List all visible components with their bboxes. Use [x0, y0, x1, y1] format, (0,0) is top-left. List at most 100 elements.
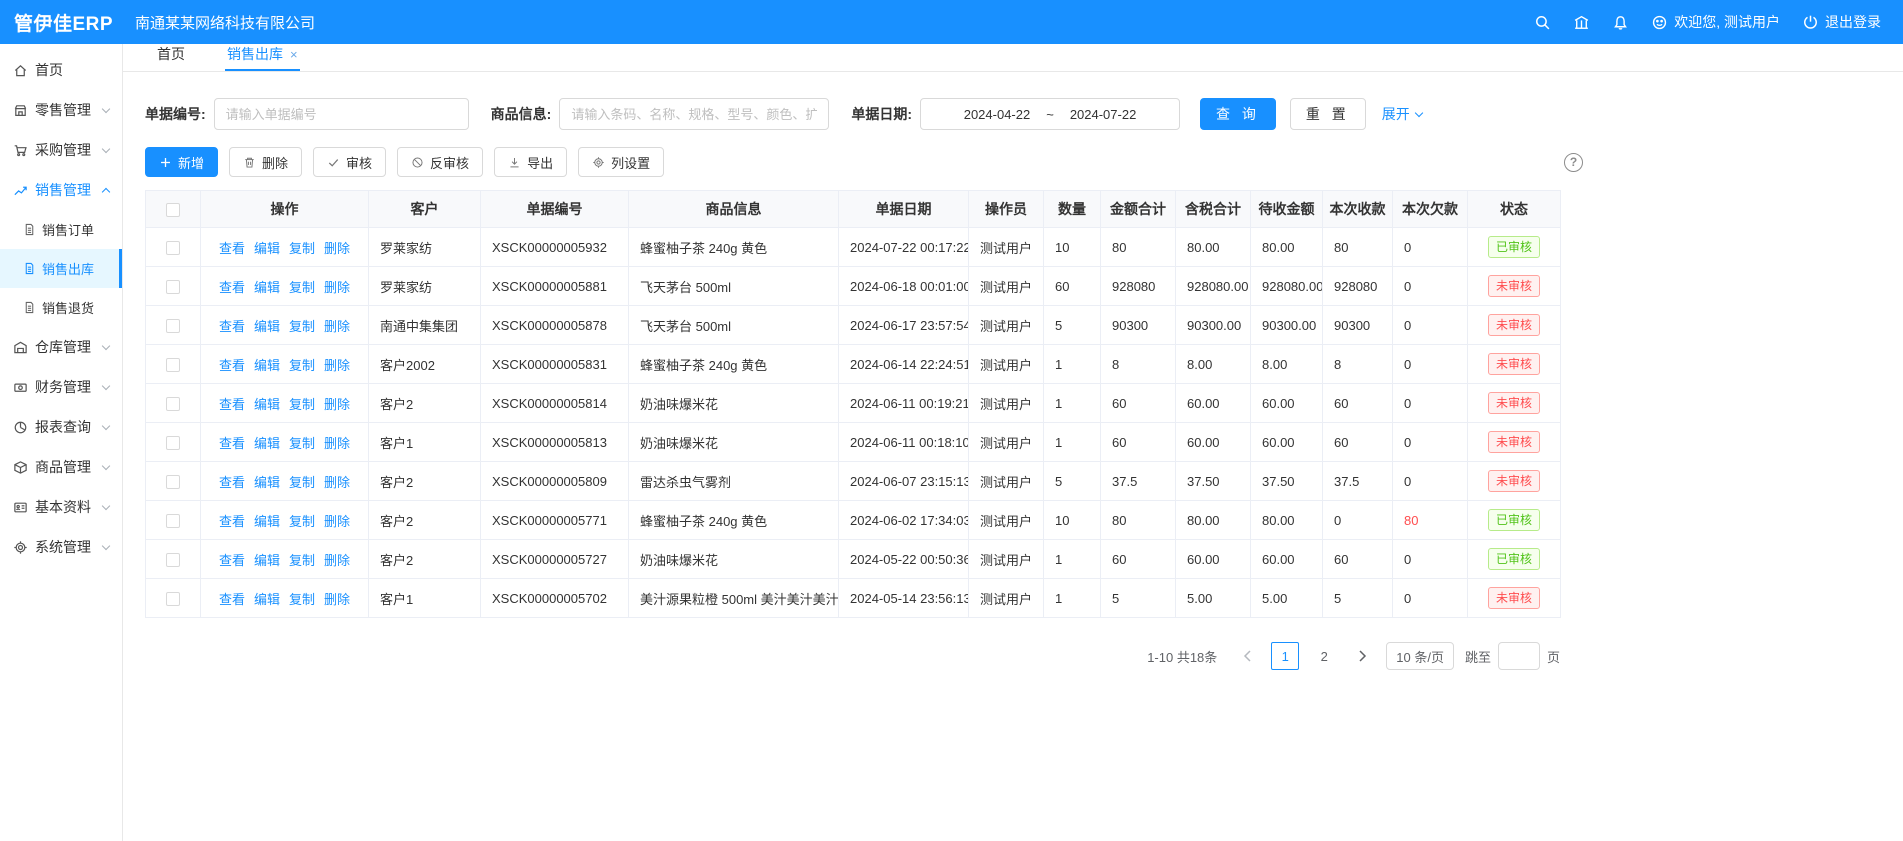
row-action-copy[interactable]: 复制	[289, 316, 315, 335]
row-action-view[interactable]: 查看	[219, 316, 245, 335]
sidebar-item-products[interactable]: 商品管理	[0, 447, 122, 487]
row-action-copy[interactable]: 复制	[289, 472, 315, 491]
row-checkbox[interactable]	[166, 553, 180, 567]
delete-button[interactable]: 删除	[229, 147, 302, 177]
row-action-view[interactable]: 查看	[219, 355, 245, 374]
search-button[interactable]: 查 询	[1200, 98, 1276, 130]
row-action-copy[interactable]: 复制	[289, 433, 315, 452]
row-checkbox[interactable]	[166, 280, 180, 294]
row-checkbox[interactable]	[166, 514, 180, 528]
sidebar-item-warehouse[interactable]: 仓库管理	[0, 327, 122, 367]
sidebar-item-purchase[interactable]: 采购管理	[0, 130, 122, 170]
row-action-copy[interactable]: 复制	[289, 589, 315, 608]
next-page-icon[interactable]	[1349, 642, 1375, 670]
bell-icon[interactable]	[1612, 14, 1629, 31]
row-action-delete[interactable]: 删除	[324, 355, 350, 374]
row-actions-cell: 查看编辑复制删除	[201, 267, 369, 306]
row-action-view[interactable]: 查看	[219, 511, 245, 530]
sidebar-item-sales-outbound[interactable]: 销售出库	[0, 249, 122, 288]
row-action-edit[interactable]: 编辑	[254, 277, 280, 296]
reset-button[interactable]: 重 置	[1290, 98, 1366, 130]
product-info-input[interactable]	[559, 98, 829, 130]
cell-status: 已审核	[1468, 228, 1561, 267]
row-action-delete[interactable]: 删除	[324, 589, 350, 608]
row-action-edit[interactable]: 编辑	[254, 511, 280, 530]
row-action-view[interactable]: 查看	[219, 550, 245, 569]
export-button[interactable]: 导出	[494, 147, 567, 177]
row-action-delete[interactable]: 删除	[324, 511, 350, 530]
row-action-delete[interactable]: 删除	[324, 433, 350, 452]
page-number-1[interactable]: 1	[1271, 642, 1299, 670]
row-action-view[interactable]: 查看	[219, 394, 245, 413]
row-action-view[interactable]: 查看	[219, 433, 245, 452]
row-action-edit[interactable]: 编辑	[254, 550, 280, 569]
row-checkbox[interactable]	[166, 592, 180, 606]
select-all-checkbox[interactable]	[166, 203, 180, 217]
sidebar-item-finance[interactable]: 财务管理	[0, 367, 122, 407]
add-button[interactable]: 新增	[145, 147, 218, 177]
row-action-edit[interactable]: 编辑	[254, 316, 280, 335]
page-number-2[interactable]: 2	[1310, 642, 1338, 670]
row-action-view[interactable]: 查看	[219, 589, 245, 608]
close-icon[interactable]: ×	[290, 48, 298, 61]
jump-page-input[interactable]	[1498, 642, 1540, 670]
sidebar-item-home[interactable]: 首页	[0, 50, 122, 90]
sidebar-item-sales-order[interactable]: 销售订单	[0, 210, 122, 249]
doc-icon	[23, 301, 36, 314]
cell-customer: 南通中集集团	[369, 306, 481, 345]
row-action-delete[interactable]: 删除	[324, 238, 350, 257]
sidebar-item-sales-return[interactable]: 销售退货	[0, 288, 122, 327]
sidebar-item-basic-data[interactable]: 基本资料	[0, 487, 122, 527]
row-action-view[interactable]: 查看	[219, 277, 245, 296]
row-checkbox[interactable]	[166, 436, 180, 450]
date-range-picker[interactable]: 2024-04-22 ~ 2024-07-22	[920, 98, 1180, 130]
date-end[interactable]: 2024-07-22	[1070, 107, 1137, 122]
date-start[interactable]: 2024-04-22	[964, 107, 1031, 122]
row-action-delete[interactable]: 删除	[324, 394, 350, 413]
row-checkbox[interactable]	[166, 319, 180, 333]
row-action-edit[interactable]: 编辑	[254, 394, 280, 413]
prev-page-icon[interactable]	[1234, 642, 1260, 670]
sidebar-item-system[interactable]: 系统管理	[0, 527, 122, 567]
row-action-copy[interactable]: 复制	[289, 394, 315, 413]
row-action-view[interactable]: 查看	[219, 238, 245, 257]
row-action-delete[interactable]: 删除	[324, 316, 350, 335]
row-action-edit[interactable]: 编辑	[254, 433, 280, 452]
row-checkbox[interactable]	[166, 358, 180, 372]
logout-button[interactable]: 退出登录	[1802, 12, 1881, 32]
sidebar-item-retail[interactable]: 零售管理	[0, 90, 122, 130]
question-circle-icon[interactable]: ?	[1564, 153, 1583, 172]
tab-home[interactable]: 首页	[155, 44, 187, 71]
row-action-delete[interactable]: 删除	[324, 472, 350, 491]
expand-link[interactable]: 展开	[1382, 104, 1425, 124]
audit-button[interactable]: 审核	[313, 147, 386, 177]
row-action-delete[interactable]: 删除	[324, 550, 350, 569]
row-checkbox[interactable]	[166, 241, 180, 255]
search-icon[interactable]	[1534, 14, 1551, 31]
column-settings-button[interactable]: 列设置	[578, 147, 664, 177]
row-action-view[interactable]: 查看	[219, 472, 245, 491]
row-action-copy[interactable]: 复制	[289, 550, 315, 569]
row-checkbox[interactable]	[166, 397, 180, 411]
sidebar-item-sales[interactable]: 销售管理	[0, 170, 122, 210]
row-action-edit[interactable]: 编辑	[254, 238, 280, 257]
doc-no-input[interactable]	[214, 98, 469, 130]
row-action-copy[interactable]: 复制	[289, 277, 315, 296]
cell-doc-no: XSCK00000005809	[481, 462, 629, 501]
tab-sales-outbound[interactable]: 销售出库 ×	[225, 44, 300, 71]
row-action-copy[interactable]: 复制	[289, 355, 315, 374]
row-action-edit[interactable]: 编辑	[254, 589, 280, 608]
anti-audit-button[interactable]: 反审核	[397, 147, 483, 177]
row-action-edit[interactable]: 编辑	[254, 355, 280, 374]
building-icon[interactable]	[1573, 14, 1590, 31]
user-welcome[interactable]: 欢迎您, 测试用户	[1651, 12, 1780, 32]
cell-product: 飞天茅台 500ml	[629, 306, 839, 345]
page-size-select[interactable]: 10 条/页	[1386, 642, 1454, 670]
row-action-copy[interactable]: 复制	[289, 238, 315, 257]
row-action-edit[interactable]: 编辑	[254, 472, 280, 491]
row-action-delete[interactable]: 删除	[324, 277, 350, 296]
sidebar-item-reports[interactable]: 报表查询	[0, 407, 122, 447]
cell-amount: 5	[1101, 579, 1176, 618]
row-checkbox[interactable]	[166, 475, 180, 489]
row-action-copy[interactable]: 复制	[289, 511, 315, 530]
